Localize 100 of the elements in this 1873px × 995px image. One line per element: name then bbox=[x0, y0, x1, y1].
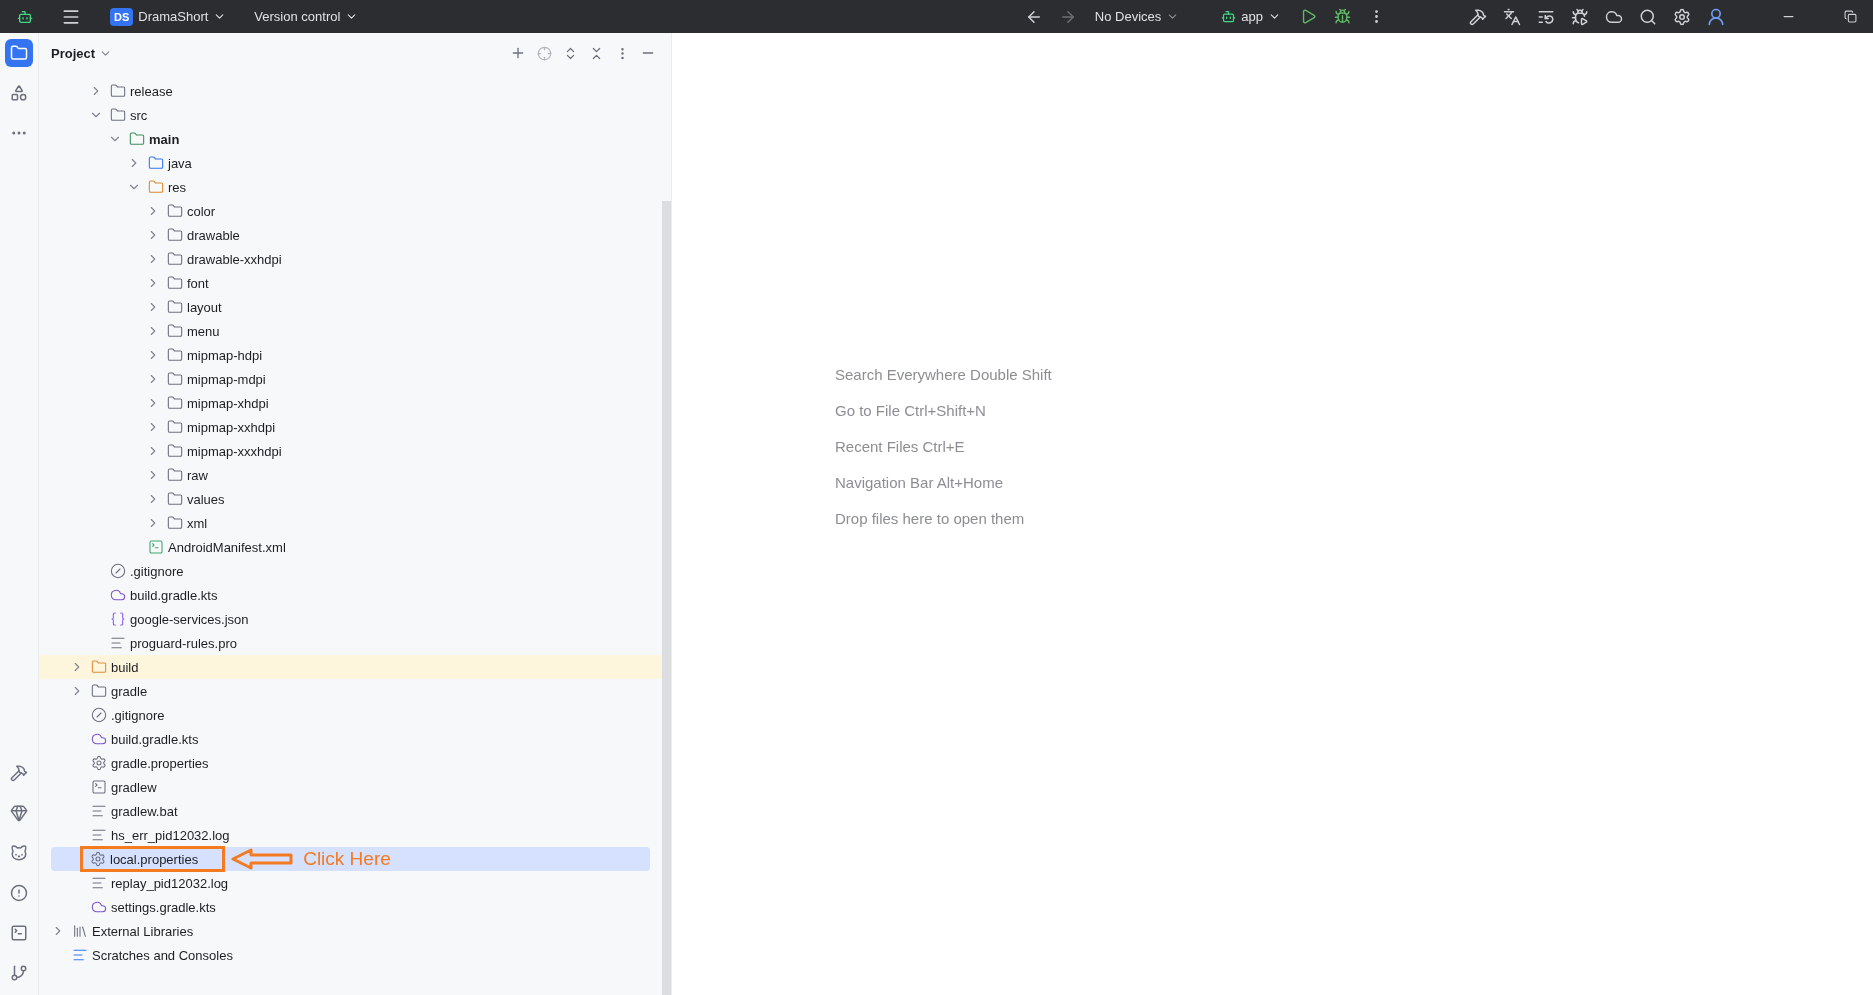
tree-row[interactable]: font bbox=[39, 271, 662, 295]
tree-row[interactable]: res bbox=[39, 175, 662, 199]
tree-item-label: replay_pid12032.log bbox=[111, 875, 229, 891]
tree-row[interactable]: raw bbox=[39, 463, 662, 487]
tree-item-label: build bbox=[111, 659, 139, 675]
project-selector[interactable]: DS DramaShort bbox=[104, 4, 233, 29]
tree-row[interactable]: xml bbox=[39, 511, 662, 535]
tree-row[interactable]: gradle bbox=[39, 679, 662, 703]
folder-icon[interactable] bbox=[5, 39, 33, 67]
tree-row[interactable]: google-services.json bbox=[39, 607, 662, 631]
tree-item-label: External Libraries bbox=[92, 923, 194, 939]
tree-item-label: raw bbox=[187, 467, 208, 483]
tree-item-label: font bbox=[187, 275, 209, 291]
folder-icon bbox=[167, 251, 183, 267]
tree-row[interactable]: mipmap-hdpi bbox=[39, 343, 662, 367]
gear-icon bbox=[91, 755, 107, 771]
tree-row[interactable]: gradlew.bat bbox=[39, 799, 662, 823]
tree-item-label: release bbox=[130, 83, 173, 99]
tree-item-label: mipmap-xxhdpi bbox=[187, 419, 276, 435]
tree-row[interactable]: .gitignore bbox=[39, 703, 662, 727]
tree-item-label: build.gradle.kts bbox=[130, 587, 218, 603]
tree-row[interactable]: settings.gradle.kts bbox=[39, 895, 662, 919]
tree-item-label: AndroidManifest.xml bbox=[168, 539, 286, 555]
tree-row[interactable]: mipmap-xxhdpi bbox=[39, 415, 662, 439]
tree-item-label: proguard-rules.pro bbox=[130, 635, 237, 651]
folder-icon bbox=[167, 467, 183, 483]
editor-hint: Recent Files Ctrl+E bbox=[835, 438, 966, 457]
tree-item-label: drawable-xxhdpi bbox=[187, 251, 282, 267]
tree-row[interactable]: gradle.properties bbox=[39, 751, 662, 775]
tree-row[interactable]: values bbox=[39, 487, 662, 511]
tree-item-label: res bbox=[168, 179, 187, 195]
tree-row[interactable]: replay_pid12032.log bbox=[39, 871, 662, 895]
tree-item-label: Scratches and Consoles bbox=[92, 947, 233, 963]
folder-icon bbox=[91, 659, 107, 675]
tree-item-label: .gitignore bbox=[111, 707, 165, 723]
tree-item-label: xml bbox=[187, 515, 208, 531]
tree-row[interactable]: mipmap-xhdpi bbox=[39, 391, 662, 415]
folder-icon bbox=[167, 347, 183, 363]
tree-item-label: local.properties bbox=[110, 851, 199, 867]
text-file-icon bbox=[110, 635, 126, 651]
tree-item-label: java bbox=[168, 155, 192, 171]
tree-item-label: mipmap-xhdpi bbox=[187, 395, 269, 411]
folder-icon bbox=[167, 227, 183, 243]
run-config-selector[interactable]: app bbox=[1215, 6, 1287, 27]
tree-item-label: gradlew bbox=[111, 779, 157, 795]
text-file-icon bbox=[91, 827, 107, 843]
tree-row[interactable]: release bbox=[39, 79, 662, 103]
scratches-icon bbox=[72, 947, 88, 963]
folder-icon bbox=[167, 323, 183, 339]
tree-row[interactable]: menu bbox=[39, 319, 662, 343]
tree-row[interactable]: color bbox=[39, 199, 662, 223]
tree-item-label: main bbox=[149, 131, 180, 147]
tree-row[interactable]: proguard-rules.pro bbox=[39, 631, 662, 655]
tree-item-label: drawable bbox=[187, 227, 240, 243]
arrow-icon bbox=[231, 848, 294, 870]
ignore-file-icon bbox=[110, 563, 126, 579]
tree-row[interactable]: drawable bbox=[39, 223, 662, 247]
panel-title[interactable]: Project bbox=[51, 45, 113, 61]
folder-icon bbox=[167, 275, 183, 291]
folder-icon bbox=[167, 419, 183, 435]
folder-icon bbox=[167, 371, 183, 387]
editor-hint: Navigation Bar Alt+Home bbox=[835, 474, 1004, 493]
tree-item-label: layout bbox=[187, 299, 222, 315]
tree-row[interactable]: Scratches and Consoles bbox=[39, 943, 662, 967]
tree-item-label: .gitignore bbox=[130, 563, 184, 579]
tree-row[interactable]: External Libraries bbox=[39, 919, 662, 943]
braces-icon bbox=[110, 611, 126, 627]
tree-row[interactable]: gradlew bbox=[39, 775, 662, 799]
tree-item-label: mipmap-mdpi bbox=[187, 371, 266, 387]
tree-row[interactable]: build bbox=[39, 655, 662, 679]
tree-row[interactable]: mipmap-mdpi bbox=[39, 367, 662, 391]
tree-row[interactable]: mipmap-xxxhdpi bbox=[39, 439, 662, 463]
library-icon bbox=[72, 923, 88, 939]
tree-item-label: gradle.properties bbox=[111, 755, 209, 771]
tree-item-label: build.gradle.kts bbox=[111, 731, 199, 747]
tree-row[interactable]: java bbox=[39, 151, 662, 175]
tree-row[interactable]: build.gradle.kts bbox=[39, 727, 662, 751]
editor-hint: Search Everywhere Double Shift bbox=[835, 366, 1053, 385]
tree-row[interactable]: .gitignore bbox=[39, 559, 662, 583]
tree-row[interactable]: AndroidManifest.xml bbox=[39, 535, 662, 559]
scrollbar[interactable] bbox=[662, 201, 671, 995]
tree-row[interactable]: layout bbox=[39, 295, 662, 319]
folder-icon bbox=[110, 107, 126, 123]
folder-icon bbox=[167, 203, 183, 219]
device-selector[interactable]: No Devices bbox=[1088, 6, 1186, 27]
tree-item-label: settings.gradle.kts bbox=[111, 899, 216, 915]
gear-icon bbox=[90, 851, 106, 867]
text-file-icon bbox=[91, 875, 107, 891]
text-file-icon bbox=[91, 803, 107, 819]
tree-row[interactable]: drawable-xxhdpi bbox=[39, 247, 662, 271]
tree-row[interactable]: build.gradle.kts bbox=[39, 583, 662, 607]
vcs-menu[interactable]: Version control bbox=[248, 6, 365, 27]
tree-row[interactable]: src bbox=[39, 103, 662, 127]
tree-item-label: mipmap-xxxhdpi bbox=[187, 443, 282, 459]
annotation-text: Click Here bbox=[303, 848, 391, 870]
folder-icon bbox=[167, 299, 183, 315]
tree-row[interactable]: hs_err_pid12032.log bbox=[39, 823, 662, 847]
tree-row[interactable]: main bbox=[39, 127, 662, 151]
tree-item-label: google-services.json bbox=[130, 611, 249, 627]
tree-row[interactable]: local.properties Click Here bbox=[51, 847, 650, 871]
